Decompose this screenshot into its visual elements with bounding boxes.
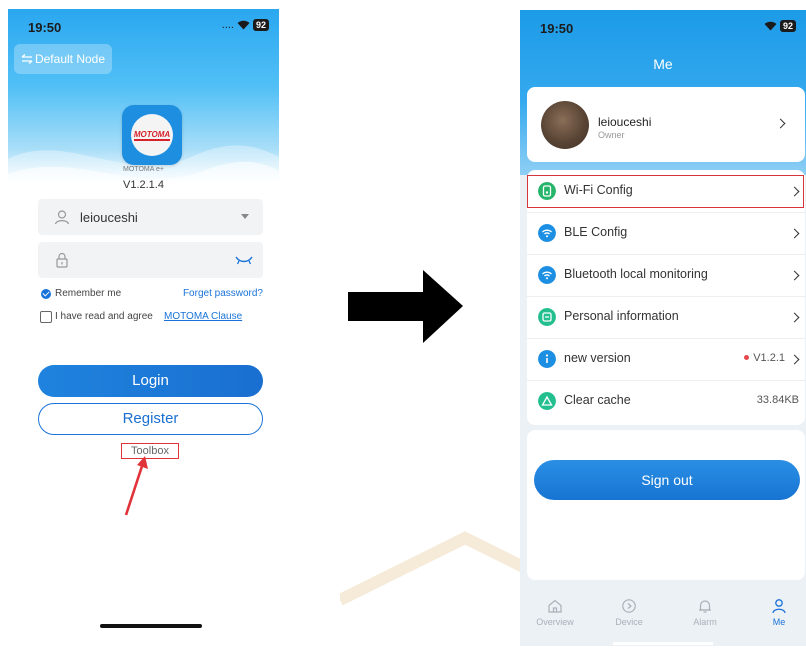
tab-label: Device [615,617,643,627]
username-field[interactable]: leiouceshi [38,199,263,235]
person-icon [772,599,786,614]
menu-item-ble-config[interactable]: BLE Config [527,212,805,255]
personal-info-icon [538,308,556,326]
app-version: V1.2.1.4 [123,179,164,191]
password-field[interactable] [38,242,263,278]
menu-label: new version [564,351,631,365]
profile-name: leiouceshi [598,115,652,129]
chevron-right-icon [789,270,800,281]
swap-icon [21,54,33,64]
home-indicator [100,624,202,628]
chevron-right-icon [789,354,800,365]
wifi-icon [237,20,250,30]
sign-out-button[interactable]: Sign out [534,460,800,500]
app-logo: MOTOMA [122,105,182,165]
status-time-right: 19:50 [540,21,574,36]
bell-icon [699,600,711,613]
cache-size: 33.84KB [756,394,799,406]
menu-item-new-version[interactable]: new version V1.2.1 [527,338,805,381]
transition-arrow-icon [348,270,463,343]
username-value: leiouceshi [80,210,138,225]
default-node-button[interactable]: Default Node [14,44,112,74]
profile-card[interactable]: leiouceshi Owner [527,87,805,162]
menu-item-clear-cache[interactable]: Clear cache 33.84KB [527,380,805,422]
agree-label: I have read and agree [55,311,153,322]
red-pointer-arrow-icon [124,456,148,516]
login-screen: 19:50 .... 92 Default Node MOTOMA MOTOMA… [8,9,279,639]
avatar [541,101,589,149]
eye-closed-icon[interactable] [234,254,254,266]
status-icons: .... 92 [222,19,269,31]
dropdown-caret-icon[interactable] [241,214,249,219]
version-value: V1.2.1 [744,352,785,364]
tab-alarm[interactable]: Alarm [675,598,735,627]
me-screen: 19:50 92 Me leiouceshi Owner Wi-Fi Confi… [520,10,806,646]
settings-menu: Wi-Fi Config BLE Config Bluetooth local … [527,170,805,425]
remember-label: Remember me [55,288,122,299]
home-indicator-right [613,642,713,645]
wifi-config-highlight [527,175,804,208]
chevron-right-icon [789,228,800,239]
tab-me[interactable]: Me [749,598,806,627]
status-icons-right: 92 [764,20,796,32]
clause-link[interactable]: MOTOMA Clause [164,311,242,322]
remember-checkbox[interactable] [41,289,51,299]
app-name: MOTOMA e+ [123,166,164,173]
logo-globe: MOTOMA [131,114,173,156]
chevron-right-icon [789,312,800,323]
device-icon [622,599,636,613]
menu-label: Personal information [564,309,679,323]
menu-label: Clear cache [564,393,631,407]
page-title: Me [653,56,673,72]
version-text: V1.2.1 [753,352,785,364]
register-button[interactable]: Register [38,403,263,435]
user-icon [54,210,70,225]
bottom-tab-bar: Overview Device Alarm Me [520,594,806,646]
status-bar-right: 19:50 92 [520,10,806,44]
menu-label: Bluetooth local monitoring [564,267,708,281]
profile-role: Owner [598,130,625,140]
update-dot-icon [744,354,750,360]
bluetooth-monitor-icon [538,266,556,284]
remember-row: Remember me Forget password? [41,288,263,302]
tab-label: Overview [536,617,574,627]
new-version-icon [538,350,556,368]
menu-label: BLE Config [564,225,628,239]
menu-item-bluetooth-monitoring[interactable]: Bluetooth local monitoring [527,254,805,297]
default-node-label: Default Node [34,52,106,66]
tab-device[interactable]: Device [599,598,659,627]
battery-indicator: 92 [252,19,269,31]
tab-label: Alarm [693,617,717,627]
home-icon [548,599,562,613]
status-bar: 19:50 .... 92 [8,9,279,43]
chevron-right-icon [775,118,786,129]
ble-config-icon [538,224,556,242]
wifi-icon [764,21,777,31]
status-time: 19:50 [28,20,62,35]
agree-checkbox[interactable] [40,311,52,323]
logo-text: MOTOMA [133,129,171,141]
signal-dots: .... [221,19,234,31]
lock-icon [56,252,68,268]
tab-label: Me [772,617,786,627]
clear-cache-icon [538,392,556,410]
forget-password-link[interactable]: Forget password? [183,288,263,299]
signout-card [527,430,805,580]
login-button[interactable]: Login [38,365,263,397]
tab-overview[interactable]: Overview [525,598,585,627]
battery-indicator-right: 92 [779,20,796,32]
menu-item-personal-info[interactable]: Personal information [527,296,805,339]
